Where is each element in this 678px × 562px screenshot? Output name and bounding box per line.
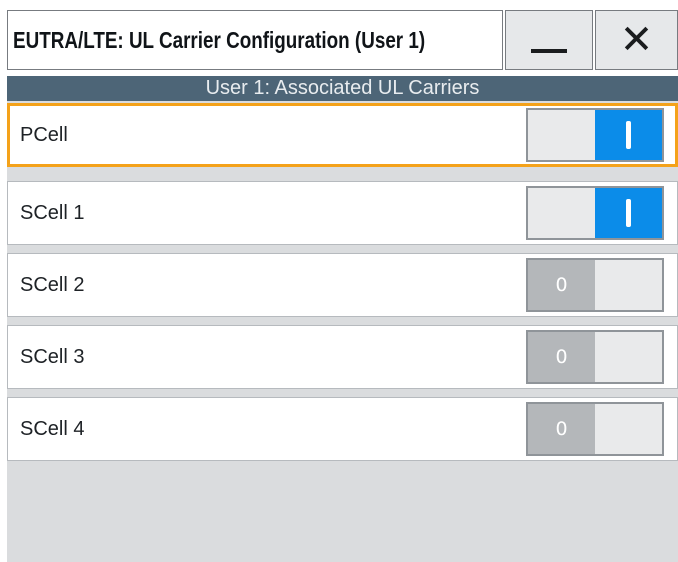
carrier-label: SCell 3 [20, 345, 85, 368]
carrier-toggle-scell-3[interactable]: 0 [526, 330, 664, 384]
minimize-icon [531, 49, 567, 53]
carrier-config-dialog: EUTRA/LTE: UL Carrier Configuration (Use… [0, 0, 678, 562]
carrier-row-scell-3[interactable]: SCell 3 0 [7, 325, 678, 389]
title-box: EUTRA/LTE: UL Carrier Configuration (Use… [7, 10, 503, 70]
carrier-label: SCell 4 [20, 417, 85, 440]
toggle-off-side: 0 [528, 332, 595, 382]
dialog-left-edge [0, 0, 7, 562]
carrier-toggle-scell-4[interactable]: 0 [526, 402, 664, 456]
carrier-label: PCell [20, 123, 68, 146]
toggle-on-side [595, 260, 662, 310]
carrier-row-pcell[interactable]: PCell [7, 103, 678, 167]
toggle-off-side: 0 [528, 260, 595, 310]
carrier-row-scell-2[interactable]: SCell 2 0 [7, 253, 678, 317]
carrier-row-scell-1[interactable]: SCell 1 [7, 181, 678, 245]
dialog-title: EUTRA/LTE: UL Carrier Configuration (Use… [13, 26, 426, 53]
carrier-toggle-scell-1[interactable] [526, 186, 664, 240]
toggle-on-indicator-icon [626, 121, 631, 149]
toggle-off-indicator: 0 [555, 274, 568, 296]
toggle-on-side [595, 332, 662, 382]
toggle-on-side [595, 404, 662, 454]
carrier-row-scell-4[interactable]: SCell 4 0 [7, 397, 678, 461]
minimize-button[interactable] [505, 10, 593, 70]
carrier-label: SCell 1 [20, 201, 85, 224]
carrier-toggle-pcell[interactable] [526, 108, 664, 162]
title-bar: EUTRA/LTE: UL Carrier Configuration (Use… [7, 0, 678, 76]
toggle-off-side [528, 188, 595, 238]
section-header: User 1: Associated UL Carriers [7, 76, 678, 101]
toggle-on-side [595, 110, 662, 160]
close-icon: ✕ [619, 17, 654, 63]
carrier-toggle-scell-2[interactable]: 0 [526, 258, 664, 312]
toggle-off-side [528, 110, 595, 160]
close-button[interactable]: ✕ [595, 10, 678, 70]
toggle-on-indicator-icon [626, 199, 631, 227]
toggle-off-indicator: 0 [555, 346, 568, 368]
toggle-off-indicator: 0 [555, 418, 568, 440]
carrier-label: SCell 2 [20, 273, 85, 296]
toggle-off-side: 0 [528, 404, 595, 454]
toggle-on-side [595, 188, 662, 238]
